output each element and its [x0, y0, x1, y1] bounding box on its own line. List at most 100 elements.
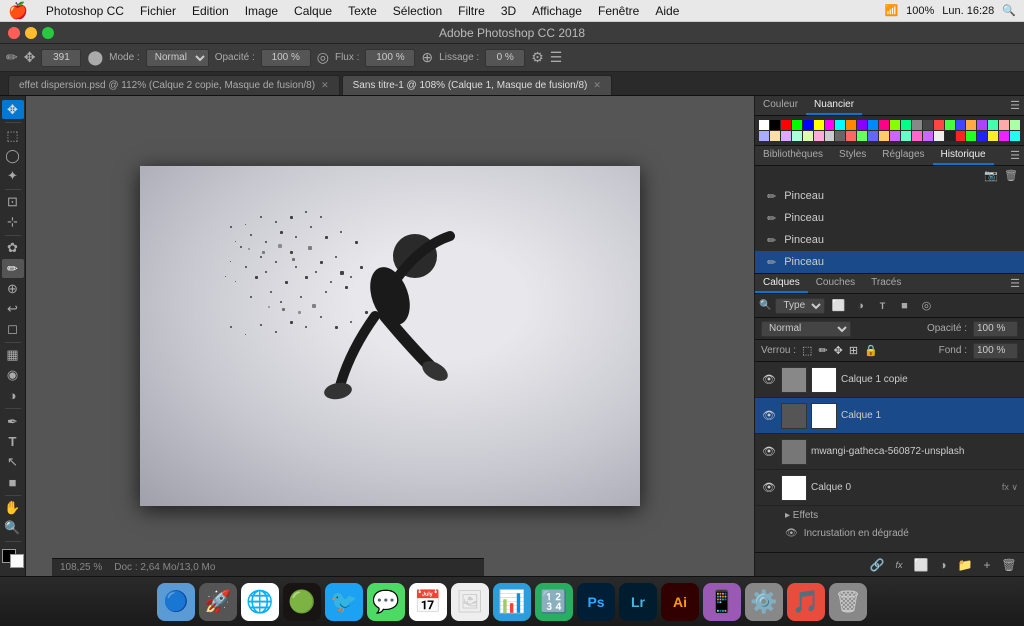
- menu-3d[interactable]: 3D: [493, 0, 524, 22]
- color-swatch[interactable]: [923, 120, 933, 130]
- layer-item[interactable]: 👁 Calque 1: [755, 398, 1024, 434]
- color-swatch[interactable]: [846, 120, 856, 130]
- dock-app3[interactable]: 📱: [703, 583, 741, 621]
- tool-shape[interactable]: ■: [2, 473, 24, 492]
- close-button[interactable]: [8, 27, 20, 39]
- tool-zoom[interactable]: 🔍: [2, 519, 24, 538]
- layer-new-icon[interactable]: +: [978, 556, 996, 574]
- color-swatch[interactable]: [1010, 120, 1020, 130]
- tool-type[interactable]: T: [2, 432, 24, 451]
- fond-input[interactable]: [973, 343, 1018, 359]
- color-swatch[interactable]: [934, 131, 944, 141]
- dock-photoshop[interactable]: Ps: [577, 583, 615, 621]
- history-trash-icon[interactable]: 🗑: [1004, 169, 1018, 182]
- tool-hand[interactable]: ✋: [2, 499, 24, 518]
- lissage-input[interactable]: [485, 49, 525, 67]
- tab-reglages[interactable]: Réglages: [874, 146, 932, 165]
- color-swatch[interactable]: [945, 120, 955, 130]
- layer-kind-smart[interactable]: ◎: [917, 297, 935, 315]
- color-panel-menu[interactable]: ☰: [1006, 96, 1024, 115]
- tab-traces[interactable]: Tracés: [863, 274, 909, 293]
- menu-aide[interactable]: Aide: [647, 0, 687, 22]
- opacity-row-input[interactable]: [973, 321, 1018, 337]
- color-swatch[interactable]: [999, 120, 1009, 130]
- color-swatch[interactable]: [890, 120, 900, 130]
- layer-fx-icon[interactable]: fx: [890, 556, 908, 574]
- tab-nuancier[interactable]: Nuancier: [806, 96, 862, 115]
- layer-item[interactable]: 👁 mwangi-gatheca-560872-unsplash: [755, 434, 1024, 470]
- dock-trash[interactable]: 🗑: [829, 583, 867, 621]
- lock-pixel-icon[interactable]: ✏: [818, 344, 827, 357]
- color-swatch[interactable]: [792, 120, 802, 130]
- history-item[interactable]: ✏ Pinceau: [755, 185, 1024, 207]
- layer-visibility-icon[interactable]: 👁: [761, 408, 777, 424]
- color-swatch[interactable]: [825, 120, 835, 130]
- color-swatch[interactable]: [814, 131, 824, 141]
- color-swatch[interactable]: [781, 120, 791, 130]
- history-item[interactable]: ✏ Pinceau: [755, 207, 1024, 229]
- brush-size-input[interactable]: [41, 49, 81, 67]
- tool-magic-wand[interactable]: ✦: [2, 166, 24, 185]
- dock-app1[interactable]: 📊: [493, 583, 531, 621]
- minimize-button[interactable]: [25, 27, 37, 39]
- color-swatch[interactable]: [912, 120, 922, 130]
- dock-launchpad[interactable]: 🚀: [199, 583, 237, 621]
- dock-photos[interactable]: 🖼: [451, 583, 489, 621]
- lock-position-icon[interactable]: ✥: [834, 344, 843, 357]
- layer-kind-shape[interactable]: ■: [895, 297, 913, 315]
- tab-historique[interactable]: Historique: [933, 146, 994, 165]
- tool-select-rect[interactable]: ⬚: [2, 126, 24, 145]
- layer-mask-icon[interactable]: ⬜: [912, 556, 930, 574]
- layer-item[interactable]: 👁 Calque 1 copie: [755, 362, 1024, 398]
- maximize-button[interactable]: [42, 27, 54, 39]
- layer-type-select[interactable]: Type: [775, 298, 825, 314]
- opacity-input[interactable]: [261, 49, 311, 67]
- dock-app2[interactable]: 🔢: [535, 583, 573, 621]
- color-swatch[interactable]: [857, 131, 867, 141]
- color-swatch[interactable]: [879, 131, 889, 141]
- history-item[interactable]: ✏ Pinceau: [755, 251, 1024, 273]
- menu-affichage[interactable]: Affichage: [524, 0, 590, 22]
- color-swatch[interactable]: [988, 120, 998, 130]
- color-swatch[interactable]: [770, 120, 780, 130]
- lock-all-icon[interactable]: 🔒: [864, 344, 878, 357]
- canvas-area[interactable]: 108,25 % Doc : 2,64 Mo/13,0 Mo: [26, 96, 754, 576]
- layers-panel-menu[interactable]: ☰: [1006, 274, 1024, 293]
- layer-item[interactable]: 👁 Calque 0 fx ∨: [755, 470, 1024, 506]
- color-swatch[interactable]: [759, 131, 769, 141]
- tool-move[interactable]: ✥: [2, 100, 24, 119]
- tool-path-select[interactable]: ↖: [2, 452, 24, 471]
- color-swatch[interactable]: [835, 120, 845, 130]
- color-swatch[interactable]: [846, 131, 856, 141]
- history-item[interactable]: ✏ Pinceau: [755, 229, 1024, 251]
- tab-bibliotheques[interactable]: Bibliothèques: [755, 146, 831, 165]
- color-swatch[interactable]: [759, 120, 769, 130]
- color-swatch[interactable]: [901, 131, 911, 141]
- color-swatch[interactable]: [868, 120, 878, 130]
- dock-finder[interactable]: 🔵: [157, 583, 195, 621]
- tool-eyedropper[interactable]: ⊹: [2, 213, 24, 232]
- layer-kind-type[interactable]: T: [873, 297, 891, 315]
- tab-couches[interactable]: Couches: [808, 274, 863, 293]
- dock-illustrator[interactable]: Ai: [661, 583, 699, 621]
- dock-settings[interactable]: ⚙️: [745, 583, 783, 621]
- tool-heal[interactable]: ✿: [2, 239, 24, 258]
- layer-visibility-icon[interactable]: 👁: [761, 372, 777, 388]
- dock-chrome[interactable]: 🌐: [241, 583, 279, 621]
- layers-blend-mode[interactable]: Normal: [761, 321, 851, 337]
- search-icon[interactable]: 🔍: [1002, 4, 1016, 17]
- color-swatch[interactable]: [835, 131, 845, 141]
- color-swatch[interactable]: [803, 120, 813, 130]
- tab-sanstitre-close[interactable]: ✕: [593, 80, 601, 91]
- color-swatch[interactable]: [814, 120, 824, 130]
- color-swatch[interactable]: [966, 120, 976, 130]
- layer-effect-item[interactable]: 👁 Incrustation en dégradé: [755, 524, 1024, 542]
- dock-app4[interactable]: 🎵: [787, 583, 825, 621]
- dock-calendar[interactable]: 📅: [409, 583, 447, 621]
- color-swatch[interactable]: [770, 131, 780, 141]
- tool-pen[interactable]: ✒: [2, 412, 24, 431]
- layer-group-icon[interactable]: 📁: [956, 556, 974, 574]
- dock-messages[interactable]: 💬: [367, 583, 405, 621]
- menu-filtre[interactable]: Filtre: [450, 0, 493, 22]
- history-snap-icon[interactable]: 📷: [984, 169, 998, 182]
